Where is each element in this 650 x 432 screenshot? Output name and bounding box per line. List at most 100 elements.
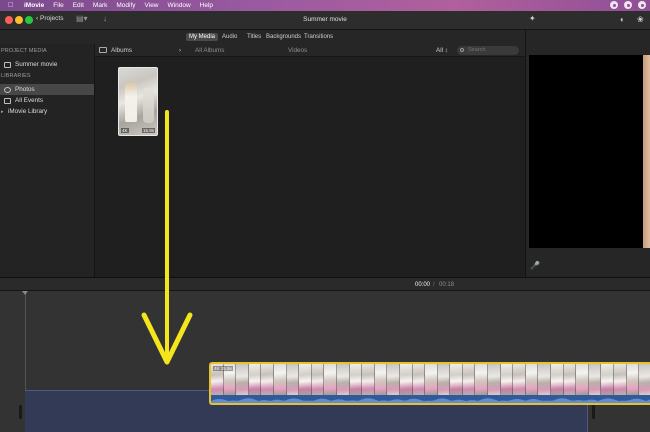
filmstrip-frame: [374, 364, 388, 395]
tab-transitions[interactable]: Transitions: [301, 33, 336, 41]
menu-view[interactable]: View: [145, 2, 159, 9]
menu-file[interactable]: File: [53, 2, 63, 9]
filmstrip-frame: [475, 364, 489, 395]
libraries-sidebar: PROJECT MEDIA Summer movie LIBRARIES Pho…: [0, 44, 95, 277]
filmstrip-frame: [425, 364, 438, 395]
current-timecode: 00:00: [415, 282, 431, 288]
search-field[interactable]: [457, 46, 519, 55]
drag-down-arrow-icon: [141, 110, 193, 365]
sidebar-toggle-icon[interactable]: [99, 47, 107, 53]
timecode-separator: /: [433, 282, 435, 288]
photos-icon: [4, 86, 11, 93]
filmstrip-frame: [601, 364, 614, 395]
window-title: Summer movie: [303, 16, 347, 23]
browser-filter-bar: Albums › All Albums Videos All ↕: [95, 44, 525, 57]
title-bar: ‹ Projects ▤▾ ↓ Summer movie ✦ ◐ ❀: [0, 11, 650, 30]
viewer-panel: 🎤: [525, 30, 650, 277]
resolution-badge: 4K: [121, 128, 129, 133]
filmstrip-frame: [614, 364, 627, 395]
filmstrip-frame: [639, 364, 650, 395]
menu-edit[interactable]: Edit: [73, 2, 84, 9]
filmstrip-frame: [626, 364, 640, 395]
filmstrip-frame: [563, 364, 577, 395]
playhead-handle[interactable]: [22, 291, 28, 295]
film-icon: [4, 61, 11, 68]
waveform-graphic: [211, 398, 650, 403]
libraries-header: LIBRARIES: [1, 73, 31, 79]
filmstrip-frame: [525, 364, 539, 395]
status-icon-3[interactable]: [638, 1, 646, 9]
albums-select-label: Albums: [111, 47, 132, 54]
sidebar-item-label: Photos: [15, 86, 35, 93]
updown-chevron-icon: ↕: [444, 47, 448, 54]
filmstrip-frame: [450, 364, 463, 395]
apple-icon[interactable]: : [8, 2, 18, 9]
clip-filmstrip: [211, 364, 650, 395]
timeline-left-handle[interactable]: [19, 405, 22, 419]
filmstrip-frame: [462, 364, 476, 395]
filmstrip-frame: [588, 364, 602, 395]
filmstrip-frame: [362, 364, 375, 395]
sidebar-item-all-events[interactable]: All Events: [0, 95, 94, 106]
dragged-video-clip[interactable]: 4K 15.9s: [209, 362, 650, 405]
filmstrip-frame: [513, 364, 526, 395]
filmstrip-frame: [261, 364, 274, 395]
menu-window[interactable]: Window: [168, 2, 191, 9]
kind-filter[interactable]: Videos: [288, 47, 307, 54]
filmstrip-frame: [500, 364, 514, 395]
menu-help[interactable]: Help: [200, 2, 213, 9]
filmstrip-frame: [576, 364, 589, 395]
viewer-frame-edge: [643, 55, 650, 248]
clip-info-badge: 4K 15.9s: [213, 366, 233, 371]
timeline[interactable]: 4K 15.9s: [0, 291, 650, 432]
filmstrip-frame: [538, 364, 552, 395]
sidebar-item-label: All Events: [15, 97, 43, 104]
album-filter[interactable]: All Albums: [195, 47, 224, 54]
albums-chevron-icon[interactable]: ›: [179, 47, 181, 54]
show-filter-label: All: [436, 47, 443, 54]
albums-select[interactable]: Albums: [111, 47, 132, 54]
disclosure-triangle-icon[interactable]: ▸: [1, 109, 5, 115]
viewer-screen: [529, 55, 650, 248]
filmstrip-frame: [311, 364, 325, 395]
filmstrip-frame: [286, 364, 300, 395]
tab-my-media[interactable]: My Media: [186, 33, 219, 41]
timeline-right-handle[interactable]: [592, 405, 595, 419]
total-duration: 00:18: [439, 282, 455, 288]
sidebar-item-photos[interactable]: Photos: [0, 84, 94, 95]
filmstrip-frame: [437, 364, 451, 395]
timeline-header: 00:00 / 00:18: [0, 277, 650, 291]
search-input[interactable]: [468, 47, 516, 53]
tab-titles[interactable]: Titles: [244, 33, 264, 41]
filmstrip-frame: [488, 364, 501, 395]
tab-audio[interactable]: Audio: [219, 33, 240, 41]
color-correction-icon[interactable]: ❀: [637, 15, 644, 24]
tab-backgrounds[interactable]: Backgrounds: [263, 33, 304, 41]
menu-modify[interactable]: Modify: [116, 2, 135, 9]
sidebar-item-imovie-library[interactable]: ▸ iMovie Library: [0, 106, 94, 117]
filmstrip-frame: [299, 364, 312, 395]
sidebar-item-summer-movie[interactable]: Summer movie: [0, 59, 94, 70]
filmstrip-frame: [349, 364, 363, 395]
status-icon-1[interactable]: [610, 1, 618, 9]
show-filter-select[interactable]: All ↕: [436, 47, 448, 54]
color-balance-icon[interactable]: ◐: [620, 15, 625, 24]
enhance-wand-icon[interactable]: ✦: [529, 14, 536, 23]
filmstrip-frame: [324, 364, 337, 395]
media-tab-bar: My Media Audio Titles Backgrounds Transi…: [0, 30, 525, 44]
filmstrip-frame: [387, 364, 400, 395]
filmstrip-frame: [273, 364, 287, 395]
audio-waveform: [211, 395, 650, 403]
status-icon-2[interactable]: [624, 1, 632, 9]
search-icon: [460, 48, 464, 52]
clip-frame-figure: [125, 82, 137, 122]
project-media-header: PROJECT MEDIA: [1, 48, 47, 54]
microphone-icon[interactable]: 🎤: [530, 261, 540, 270]
filmstrip-frame: [551, 364, 564, 395]
filmstrip-frame: [412, 364, 426, 395]
filmstrip-frame: [336, 364, 350, 395]
menu-mark[interactable]: Mark: [93, 2, 107, 9]
filmstrip-frame: [399, 364, 413, 395]
menu-extras: [610, 1, 646, 9]
menu-app-name[interactable]: iMovie: [24, 2, 44, 9]
